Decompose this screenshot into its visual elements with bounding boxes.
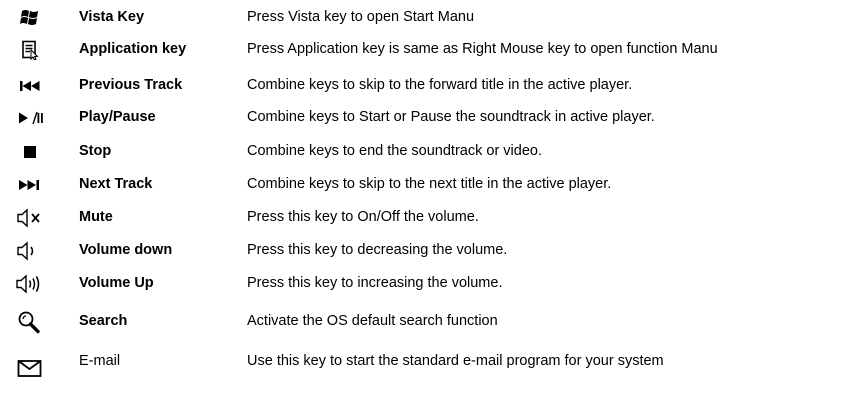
key-description: Combine keys to skip to the forward titl…	[247, 77, 633, 93]
hotkey-row-previous-track: Previous Track Combine keys to skip to t…	[0, 74, 857, 104]
key-description: Combine keys to skip to the next title i…	[247, 176, 612, 192]
key-name: Volume Up	[79, 275, 154, 291]
key-name: Search	[79, 313, 128, 329]
key-description: Press this key to decreasing the volume.	[247, 242, 508, 258]
hotkey-row-next-track: Next Track Combine keys to skip to the n…	[0, 173, 857, 203]
windows-logo-icon	[10, 6, 50, 30]
hotkey-row-volume-up: Volume Up Press this key to increasing t…	[0, 272, 857, 302]
volume-up-icon	[10, 272, 50, 296]
application-menu-icon	[10, 38, 50, 62]
volume-down-icon	[10, 239, 50, 263]
previous-track-icon	[10, 74, 50, 98]
email-icon	[10, 356, 50, 380]
hotkey-row-email: E-mail Use this key to start the standar…	[0, 350, 857, 380]
hotkey-row-stop: Stop Combine keys to end the soundtrack …	[0, 140, 857, 170]
key-name: Play/Pause	[79, 109, 156, 125]
key-description: Press this key to On/Off the volume.	[247, 209, 479, 225]
hotkey-row-search: Search Activate the OS default search fu…	[0, 310, 857, 340]
hotkey-row-application: Application key Press Application key is…	[0, 38, 857, 68]
key-name: Volume down	[79, 242, 173, 258]
key-name: Mute	[79, 209, 113, 225]
key-description: Activate the OS default search function	[247, 313, 498, 329]
hotkey-row-vista: Vista Key Press Vista key to open Start …	[0, 6, 857, 36]
key-name: Previous Track	[79, 77, 183, 93]
play-pause-icon	[10, 106, 50, 130]
key-description: Press Vista key to open Start Manu	[247, 9, 475, 25]
next-track-icon	[10, 173, 50, 197]
search-icon	[10, 310, 50, 334]
key-description: Press Application key is same as Right M…	[247, 41, 718, 57]
mute-icon	[10, 206, 50, 230]
hotkey-row-mute: Mute Press this key to On/Off the volume…	[0, 206, 857, 236]
stop-icon	[10, 140, 50, 164]
hotkey-row-play-pause: Play/Pause Combine keys to Start or Paus…	[0, 106, 857, 136]
hotkey-row-volume-down: Volume down Press this key to decreasing…	[0, 239, 857, 269]
key-name: Vista Key	[79, 9, 145, 25]
key-description: Press this key to increasing the volume.	[247, 275, 503, 291]
key-description: Combine keys to end the soundtrack or vi…	[247, 143, 542, 159]
key-name: E-mail	[79, 353, 121, 369]
key-name: Stop	[79, 143, 112, 159]
key-description: Use this key to start the standard e-mai…	[247, 353, 664, 369]
key-description: Combine keys to Start or Pause the sound…	[247, 109, 655, 125]
key-name: Next Track	[79, 176, 153, 192]
key-name: Application key	[79, 41, 187, 57]
